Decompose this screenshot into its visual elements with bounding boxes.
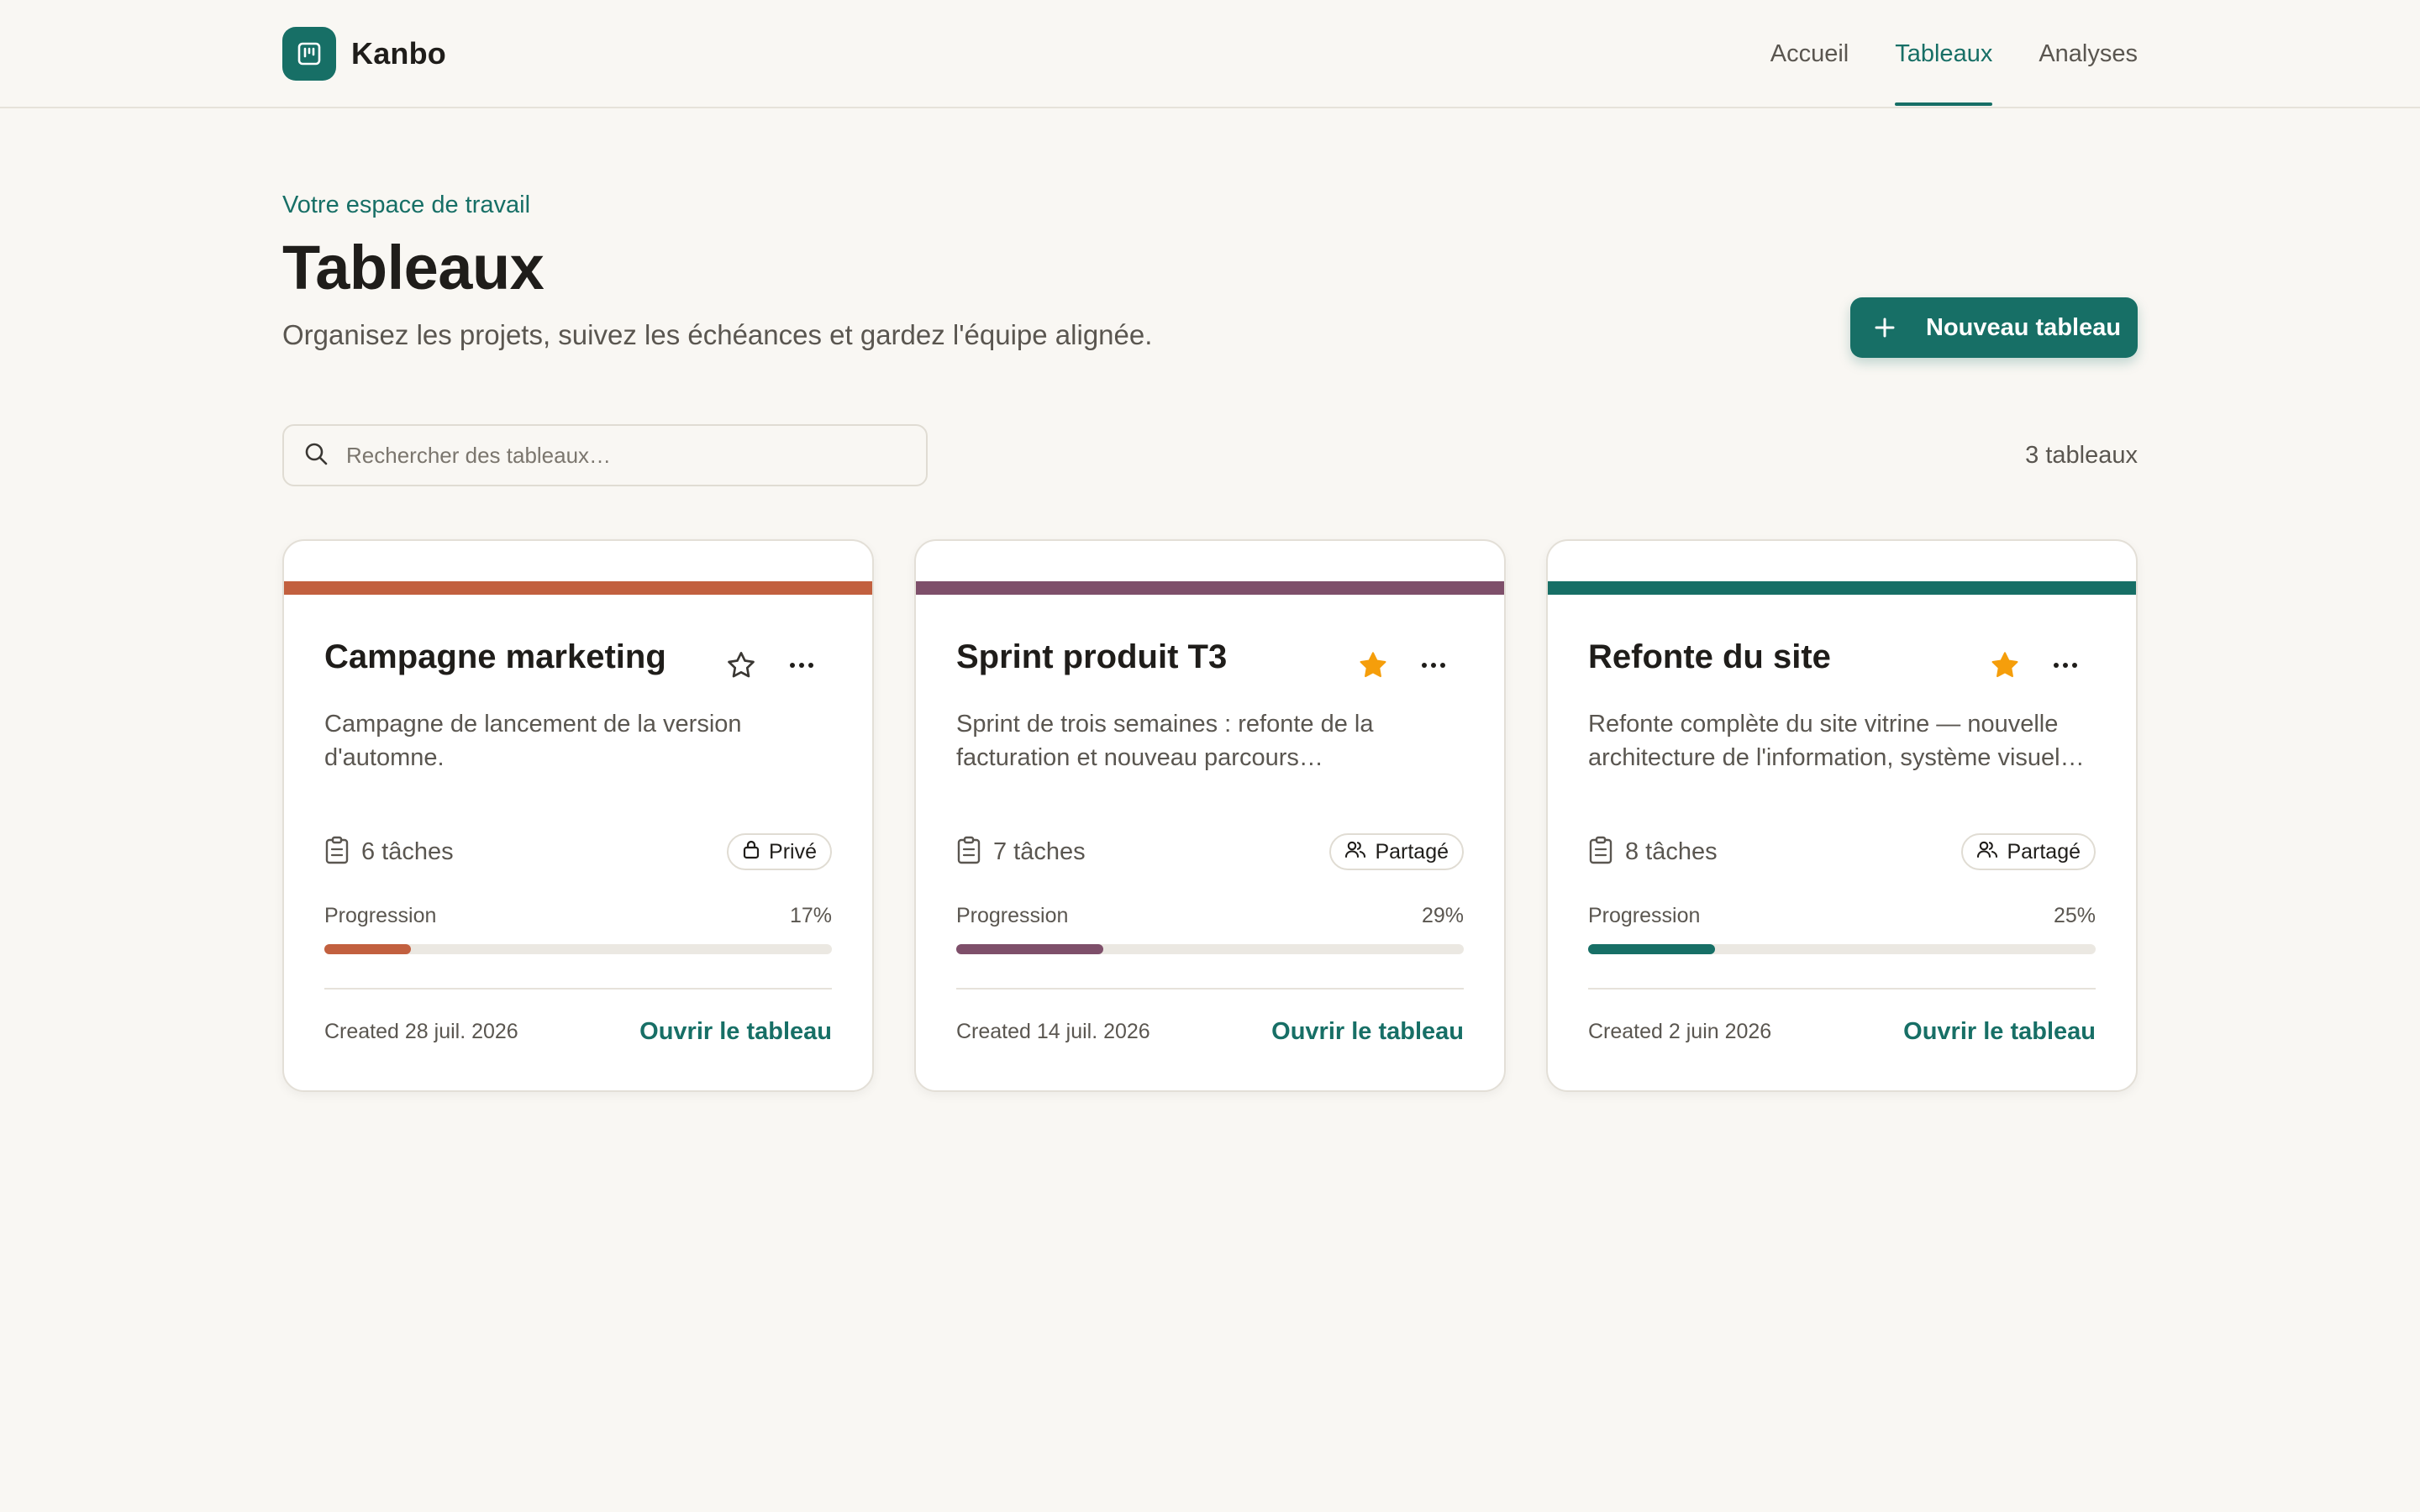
page: Kanbo Accueil Tableaux Analyses Votre es… bbox=[0, 0, 2420, 1512]
card-divider bbox=[324, 988, 832, 990]
clipboard-icon bbox=[956, 836, 981, 869]
visibility-badge: Privé bbox=[727, 833, 832, 870]
progress-fill bbox=[1588, 944, 1715, 954]
card-title[interactable]: Refonte du site bbox=[1588, 638, 1831, 676]
created-date: Created 14 juil. 2026 bbox=[956, 1020, 1150, 1043]
progress-label: Progression bbox=[956, 904, 1069, 927]
main-nav: Accueil Tableaux Analyses bbox=[1724, 0, 2138, 108]
board-card: Sprint produit T3 Sprint de trois semain… bbox=[914, 539, 1506, 1092]
clipboard-icon bbox=[324, 836, 350, 869]
nav-item-tableaux[interactable]: Tableaux bbox=[1895, 0, 1993, 108]
more-options-icon[interactable] bbox=[2049, 648, 2082, 682]
page-title: Tableaux bbox=[282, 233, 544, 302]
new-board-button[interactable]: Nouveau tableau bbox=[1850, 297, 2138, 358]
page-eyebrow: Votre espace de travail bbox=[282, 192, 531, 218]
task-count: 8 tâches bbox=[1588, 835, 1718, 869]
progress-label: Progression bbox=[324, 904, 437, 927]
created-date: Created 28 juil. 2026 bbox=[324, 1020, 518, 1043]
progress-value: 29% bbox=[1421, 904, 1464, 927]
progress-track bbox=[956, 944, 1464, 954]
card-color-bar bbox=[1548, 581, 2136, 595]
card-divider bbox=[1588, 988, 2096, 990]
top-navigation-bar: Kanbo Accueil Tableaux Analyses bbox=[0, 0, 2420, 108]
more-options-icon[interactable] bbox=[1417, 648, 1450, 682]
page-subtitle: Organisez les projets, suivez les échéan… bbox=[282, 319, 1153, 350]
star-filled-icon[interactable] bbox=[1356, 648, 1390, 682]
progress-label: Progression bbox=[1588, 904, 1701, 927]
clipboard-icon bbox=[1588, 836, 1613, 869]
task-count: 6 tâches bbox=[324, 835, 454, 869]
search-input[interactable] bbox=[346, 442, 884, 469]
progress-track bbox=[1588, 944, 2096, 954]
nav-item-accueil[interactable]: Accueil bbox=[1770, 0, 1849, 108]
search-icon bbox=[302, 440, 329, 471]
created-date: Created 2 juin 2026 bbox=[1588, 1020, 1772, 1043]
progress-fill bbox=[956, 944, 1104, 954]
open-board-link[interactable]: Ouvrir le tableau bbox=[1271, 1018, 1464, 1046]
star-outline-icon[interactable] bbox=[724, 648, 758, 682]
progress-track bbox=[324, 944, 832, 954]
kanban-board-icon bbox=[282, 27, 336, 81]
card-title[interactable]: Sprint produit T3 bbox=[956, 638, 1227, 676]
progress-fill bbox=[324, 944, 411, 954]
more-options-icon[interactable] bbox=[785, 648, 818, 682]
visibility-label: Partagé bbox=[1375, 839, 1449, 864]
visibility-badge: Partagé bbox=[1329, 833, 1464, 870]
card-color-bar bbox=[284, 581, 872, 595]
visibility-badge: Partagé bbox=[1961, 833, 2096, 870]
card-color-bar bbox=[916, 581, 1504, 595]
board-card: Refonte du site Refonte complète du site… bbox=[1546, 539, 2138, 1092]
open-board-link[interactable]: Ouvrir le tableau bbox=[1903, 1018, 2096, 1046]
progress-value: 17% bbox=[789, 904, 832, 927]
nav-item-analyses[interactable]: Analyses bbox=[2039, 0, 2138, 108]
visibility-label: Privé bbox=[769, 839, 817, 864]
users-icon bbox=[1344, 839, 1366, 865]
star-filled-icon[interactable] bbox=[1988, 648, 2022, 682]
task-count-label: 7 tâches bbox=[993, 837, 1086, 865]
app-name: Kanbo bbox=[351, 36, 446, 71]
task-count-label: 8 tâches bbox=[1625, 837, 1718, 865]
board-card: Campagne marketing Campagne de lancement… bbox=[282, 539, 874, 1092]
lock-icon bbox=[742, 839, 760, 865]
boards-count: 3 tableaux bbox=[2025, 442, 2138, 469]
card-title[interactable]: Campagne marketing bbox=[324, 638, 666, 676]
open-board-link[interactable]: Ouvrir le tableau bbox=[639, 1018, 832, 1046]
users-icon bbox=[1976, 839, 1998, 865]
search-box bbox=[282, 424, 928, 486]
card-description: Campagne de lancement de la version d'au… bbox=[324, 711, 742, 771]
task-count: 7 tâches bbox=[956, 835, 1086, 869]
card-description: Refonte complète du site vitrine — nouve… bbox=[1588, 711, 2085, 771]
brand[interactable]: Kanbo bbox=[282, 27, 446, 81]
task-count-label: 6 tâches bbox=[361, 837, 454, 865]
card-divider bbox=[956, 988, 1464, 990]
board-list: Campagne marketing Campagne de lancement… bbox=[282, 539, 2138, 1094]
plus-icon bbox=[1870, 313, 1899, 342]
visibility-label: Partagé bbox=[2007, 839, 2081, 864]
card-description: Sprint de trois semaines : refonte de la… bbox=[956, 711, 1374, 771]
progress-value: 25% bbox=[2053, 904, 2096, 927]
new-board-label: Nouveau tableau bbox=[1926, 313, 2122, 341]
